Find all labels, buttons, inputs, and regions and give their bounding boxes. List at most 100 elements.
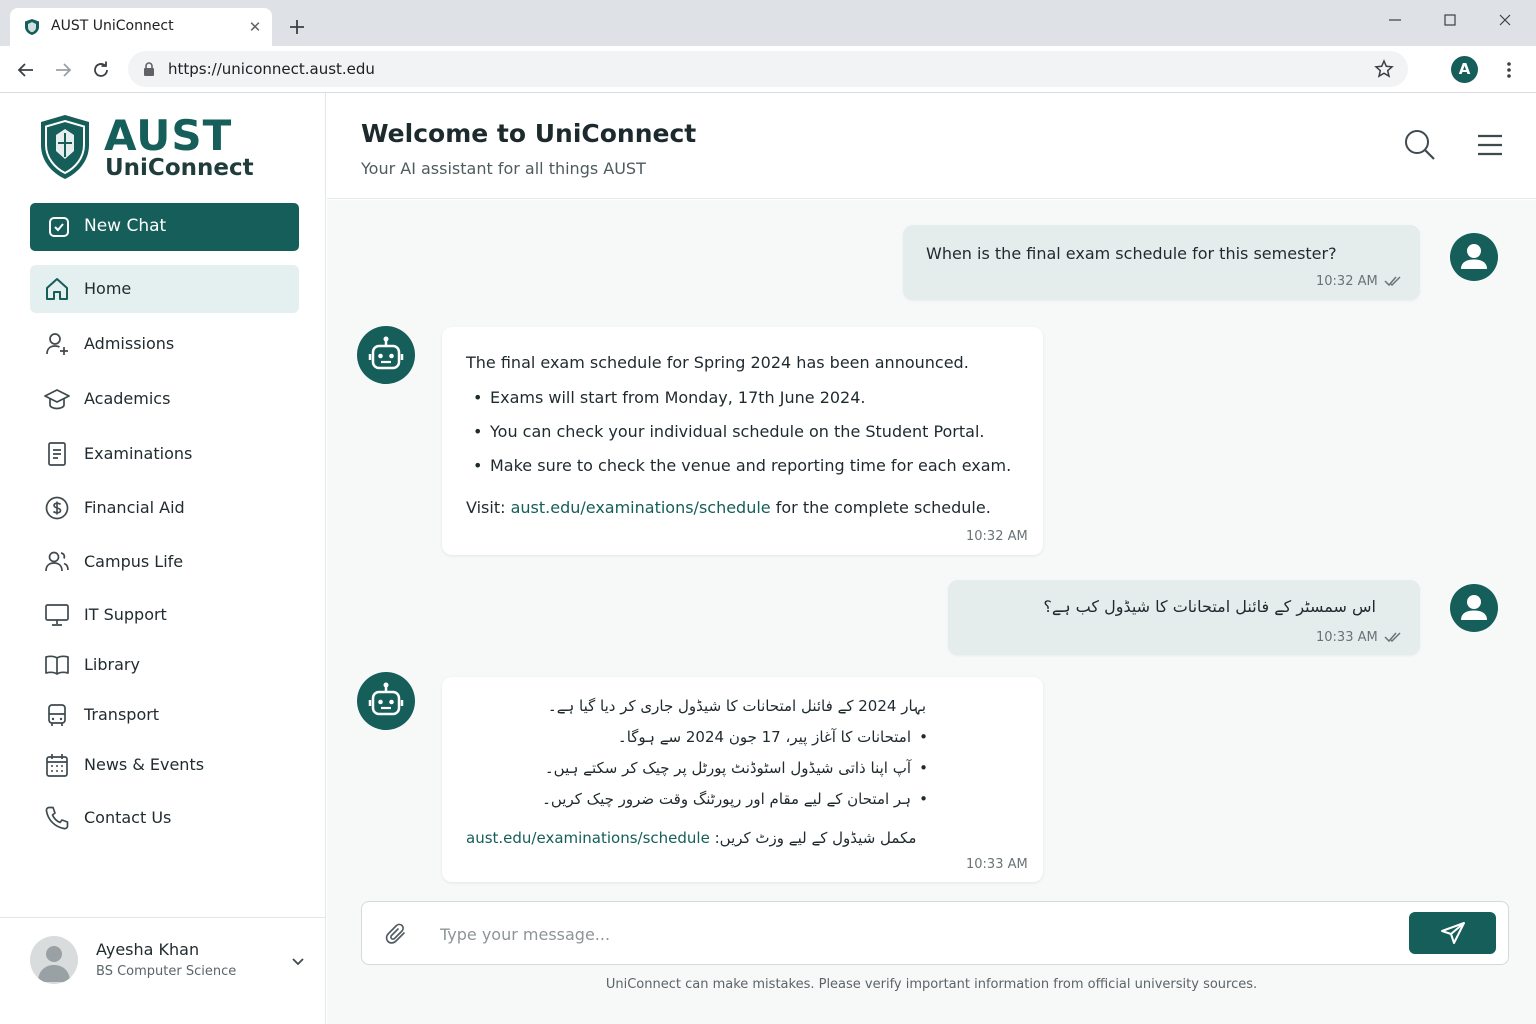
chevron-down-icon[interactable] — [289, 952, 307, 970]
sidebar-item-label: Campus Life — [84, 552, 184, 571]
address-bar[interactable]: https://uniconnect.aust.edu — [128, 51, 1408, 87]
tab-title: AUST UniConnect — [51, 18, 174, 34]
brand-name: AUST — [104, 111, 233, 160]
bot-avatar — [357, 672, 415, 730]
user-name: Ayesha Khan — [96, 940, 200, 959]
sidebar-item-label: Contact Us — [84, 808, 172, 827]
close-window-icon[interactable] — [1490, 8, 1520, 32]
user-profile-card[interactable]: Ayesha Khan BS Computer Science — [0, 917, 325, 1024]
sidebar-item-label: Financial Aid — [84, 498, 185, 517]
message-bullet: You can check your individual schedule o… — [473, 422, 984, 441]
page-subtitle: Your AI assistant for all things AUST — [361, 159, 646, 178]
visit-line: aust.edu/examinations/schedule مکمل شیڈو… — [466, 829, 916, 847]
aust-shield-logo-icon — [41, 115, 89, 179]
home-icon — [46, 278, 68, 300]
message-composer — [361, 901, 1509, 965]
visit-prefix: Visit: — [466, 498, 506, 517]
graduation-cap-icon — [44, 389, 70, 410]
browser-tab[interactable]: AUST UniConnect ✕ — [10, 8, 272, 46]
message-text: The final exam schedule for Spring 2024 … — [466, 353, 969, 372]
browser-menu-icon[interactable] — [1498, 58, 1520, 82]
new-tab-plus-icon[interactable] — [284, 14, 310, 40]
schedule-link[interactable]: aust.edu/examinations/schedule — [511, 498, 771, 517]
sidebar-item-label: Library — [84, 655, 140, 674]
sidebar-item-it-support[interactable]: IT Support — [30, 591, 299, 639]
main-header: Welcome to UniConnect Your AI assistant … — [327, 93, 1536, 199]
sidebar-item-admissions[interactable]: Admissions — [30, 320, 299, 368]
bus-icon — [48, 704, 66, 726]
sidebar-item-label: Transport — [84, 705, 160, 724]
message-bullet: آپ اپنا ذاتی شیڈول اسٹوڈنٹ پورٹل پر چیک … — [545, 759, 928, 777]
visit-prefix: مکمل شیڈول کے لیے وزٹ کریں: — [714, 829, 917, 847]
user-icon — [1461, 595, 1487, 620]
sidebar-item-library[interactable]: Library — [30, 641, 299, 689]
paperclip-icon[interactable] — [384, 922, 408, 946]
new-chat-button[interactable]: New Chat — [30, 203, 299, 251]
sidebar-item-home[interactable]: Home — [30, 265, 299, 313]
back-arrow-icon[interactable] — [14, 58, 38, 82]
user-avatar — [1450, 584, 1498, 632]
sidebar-item-label: Admissions — [84, 334, 175, 353]
sidebar-item-news-events[interactable]: News & Events — [30, 741, 299, 789]
sidebar-item-label: IT Support — [84, 605, 167, 624]
document-icon — [48, 442, 66, 466]
send-icon — [1441, 922, 1465, 944]
hamburger-menu-icon[interactable] — [1475, 132, 1505, 158]
sidebar-item-financial-aid[interactable]: Financial Aid — [30, 484, 299, 532]
phone-icon — [45, 806, 69, 830]
message-bullet: Exams will start from Monday, 17th June … — [473, 388, 865, 407]
message-text: When is the final exam schedule for this… — [926, 244, 1337, 263]
minimize-window-icon[interactable] — [1380, 8, 1410, 32]
new-chat-label: New Chat — [84, 216, 167, 236]
maximize-window-icon[interactable] — [1435, 8, 1465, 32]
new-chat-icon — [49, 217, 69, 237]
page-title: Welcome to UniConnect — [361, 119, 697, 148]
user-avatar — [30, 936, 78, 984]
user-avatar — [1450, 233, 1498, 281]
message-time: 10:33 AM — [966, 857, 1028, 872]
user-plus-icon — [46, 333, 68, 355]
schedule-link[interactable]: aust.edu/examinations/schedule — [466, 829, 710, 847]
double-check-icon — [1384, 632, 1401, 643]
message-bullet: Make sure to check the venue and reporti… — [473, 456, 1011, 475]
search-icon[interactable] — [1403, 128, 1437, 162]
users-icon — [45, 551, 69, 572]
bookmark-star-icon[interactable] — [1373, 58, 1395, 80]
calendar-icon — [46, 754, 68, 777]
user-silhouette-icon — [38, 946, 70, 982]
browser-toolbar: https://uniconnect.aust.edu A — [0, 46, 1536, 93]
disclaimer-text: UniConnect can make mistakes. Please ver… — [605, 977, 1258, 992]
message-text: بہار 2024 کے فائنل امتحانات کا شیڈول جار… — [547, 697, 926, 715]
sidebar-item-examinations[interactable]: Examinations — [30, 430, 299, 478]
monitor-icon — [45, 604, 69, 626]
message-bullet: امتحانات کا آغاز پیر، 17 جون 2024 سے ہوگ… — [618, 728, 928, 746]
dollar-circle-icon — [45, 496, 69, 520]
sidebar: AUST UniConnect New Chat Home Admissions… — [0, 93, 326, 1024]
message-text: اس سمسٹر کے فائنل امتحانات کا شیڈول کب ہ… — [1043, 597, 1376, 616]
sidebar-item-transport[interactable]: Transport — [30, 691, 299, 739]
message-bullet: ہر امتحان کے لیے مقام اور رپورٹنگ وقت ضر… — [542, 790, 928, 808]
forward-arrow-icon[interactable] — [51, 58, 75, 82]
sidebar-item-campus-life[interactable]: Campus Life — [30, 538, 299, 586]
close-tab-icon[interactable]: ✕ — [246, 18, 264, 36]
browser-profile-avatar[interactable]: A — [1451, 56, 1478, 83]
visit-suffix: for the complete schedule. — [775, 498, 991, 517]
message-input[interactable] — [440, 916, 1380, 952]
sidebar-item-label: News & Events — [84, 755, 205, 774]
reload-icon[interactable] — [89, 58, 113, 82]
sidebar-item-label: Examinations — [84, 444, 193, 463]
user-message-bubble: اس سمسٹر کے فائنل امتحانات کا شیڈول کب ہ… — [948, 580, 1420, 655]
brand-product: UniConnect — [105, 155, 254, 181]
url-text: https://uniconnect.aust.edu — [168, 60, 375, 78]
user-message-bubble: When is the final exam schedule for this… — [903, 225, 1420, 300]
message-time: 10:32 AM — [966, 529, 1028, 544]
shield-favicon-icon — [25, 19, 39, 35]
sidebar-item-contact-us[interactable]: Contact Us — [30, 794, 299, 842]
sidebar-item-label: Academics — [84, 389, 171, 408]
robot-icon — [368, 682, 404, 716]
visit-line: Visit: aust.edu/examinations/schedule fo… — [466, 498, 991, 517]
lock-icon — [144, 62, 154, 76]
user-icon — [1461, 244, 1487, 269]
send-button[interactable] — [1409, 912, 1496, 954]
sidebar-item-academics[interactable]: Academics — [30, 375, 299, 423]
